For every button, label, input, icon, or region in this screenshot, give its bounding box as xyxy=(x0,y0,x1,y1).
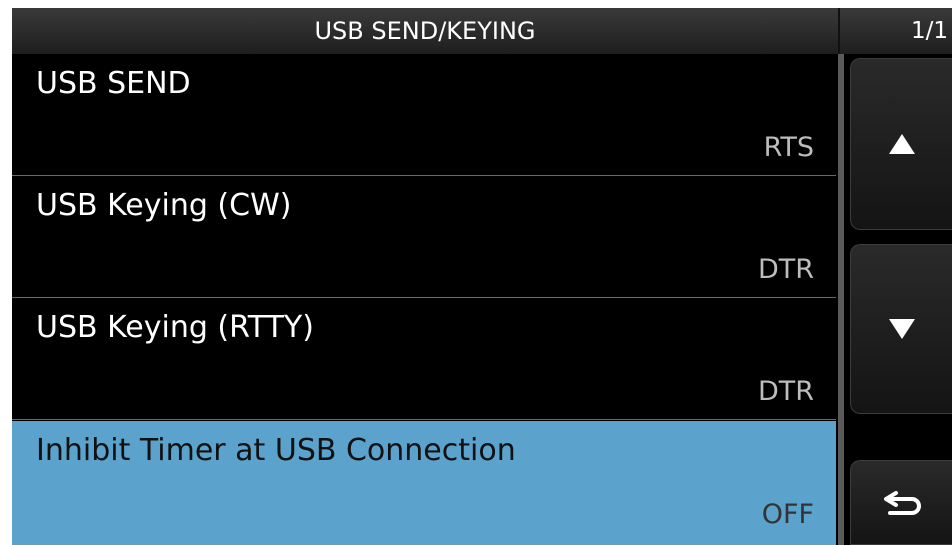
back-button[interactable] xyxy=(850,460,952,545)
page-indicator: 1/1 xyxy=(910,18,948,44)
item-label: Inhibit Timer at USB Connection xyxy=(36,433,516,468)
item-label: USB Keying (RTTY) xyxy=(36,310,314,345)
item-value: DTR xyxy=(757,254,814,285)
list-item-usb-keying-rtty[interactable]: USB Keying (RTTY) DTR xyxy=(12,298,836,420)
list-item-usb-keying-cw[interactable]: USB Keying (CW) DTR xyxy=(12,176,836,298)
scrollbar[interactable] xyxy=(838,54,844,545)
item-value: RTS xyxy=(763,132,814,163)
scroll-down-button[interactable] xyxy=(850,244,952,414)
item-label: USB SEND xyxy=(36,66,191,101)
scroll-up-button[interactable] xyxy=(850,58,952,230)
title-bar: USB SEND/KEYING 1/1 xyxy=(12,8,952,54)
item-value: OFF xyxy=(761,499,814,530)
triangle-up-icon xyxy=(888,134,915,154)
list-item-inhibit-timer[interactable]: Inhibit Timer at USB Connection OFF xyxy=(12,421,836,545)
settings-list: USB SEND RTS USB Keying (CW) DTR USB Key… xyxy=(12,54,836,545)
item-value: DTR xyxy=(757,376,814,407)
triangle-down-icon xyxy=(888,319,915,339)
list-item-usb-send[interactable]: USB SEND RTS xyxy=(12,54,836,176)
return-arrow-icon xyxy=(883,490,921,515)
item-label: USB Keying (CW) xyxy=(36,188,292,223)
screen-title: USB SEND/KEYING xyxy=(314,17,536,45)
menu-screen: USB SEND/KEYING 1/1 USB SEND RTS USB Key… xyxy=(12,8,952,545)
